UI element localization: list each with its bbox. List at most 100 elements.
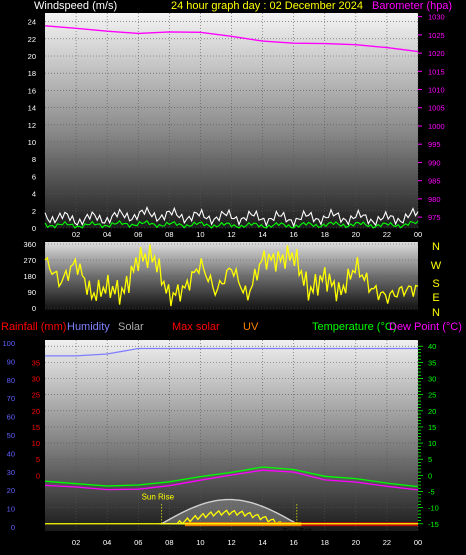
temperature-y-tick-label: -15	[428, 520, 439, 529]
temp-x-tick-label: 22	[383, 538, 391, 547]
barometer-y-tick-label: 980	[428, 195, 441, 204]
humidity-y-tick-label: 60	[7, 413, 15, 422]
direction-y-tick-label: 0	[32, 304, 36, 313]
wind-direction-panel: 090180270360 NWSEN	[23, 240, 441, 319]
temperature-y-tick-label: 30	[428, 375, 436, 384]
direction-y-tick-label: 180	[23, 272, 36, 281]
max-solar-label: Max solar	[172, 321, 220, 333]
humidity-y-tick-label: 80	[7, 376, 15, 385]
barometer-y-tick-label: 1020	[428, 49, 445, 58]
wind-x-tick-label: 18	[321, 230, 329, 239]
temperature-y-tick-label: 25	[428, 391, 436, 400]
temperature-y-tick-label: 5	[428, 455, 432, 464]
barometer-y-tick-label: 1015	[428, 67, 445, 76]
barometer-y-tick-label: 1025	[428, 31, 445, 40]
wind-y-tick-label: 4	[32, 190, 36, 199]
wind-x-tick-label: 16	[289, 230, 297, 239]
wind-y-tick-label: 16	[28, 86, 36, 95]
wind-x-tick-label: 10	[196, 230, 204, 239]
barometer-y-tick-label: 985	[428, 177, 441, 186]
wind-x-tick-label: 12	[227, 230, 235, 239]
windspeed-label: Windspeed (m/s)	[34, 0, 117, 12]
rainfall-y-tick-label: 20	[32, 407, 40, 416]
wind-x-tick-label: 02	[72, 230, 80, 239]
rainfall-label: Rainfall (mm)	[1, 321, 66, 333]
wind-y-tick-label: 22	[28, 35, 36, 44]
wind-y-tick-label: 6	[32, 172, 36, 181]
graph-title: 24 hour graph day : 02 December 2024	[171, 0, 363, 12]
humidity-y-tick-label: 30	[7, 468, 15, 477]
rainfall-y-tick-label: 0	[36, 471, 40, 480]
temperature-y-tick-label: 15	[428, 423, 436, 432]
temp-x-tick-label: 16	[289, 538, 297, 547]
wind-x-tick-label: 00	[414, 230, 422, 239]
wind-x-tick-label: 22	[383, 230, 391, 239]
temperature-y-tick-label: -5	[428, 487, 435, 496]
rainfall-y-tick-label: 5	[36, 455, 40, 464]
wind-y-tick-label: 24	[28, 18, 36, 27]
temp-x-tick-label: 04	[103, 538, 111, 547]
compass-label: E	[432, 292, 439, 304]
barometer-y-tick-label: 975	[428, 213, 441, 222]
wind-y-tick-label: 14	[28, 104, 36, 113]
humidity-y-tick-label: 50	[7, 431, 15, 440]
humidity-y-tick-label: 100	[2, 339, 15, 348]
wind-y-tick-label: 20	[28, 52, 36, 61]
temp-x-tick-label: 06	[134, 538, 142, 547]
wind-y-tick-label: 8	[32, 155, 36, 164]
compass-label: S	[432, 278, 439, 290]
wind-y-tick-label: 10	[28, 138, 36, 147]
barometer-y-tick-label: 1010	[428, 86, 445, 95]
barometer-y-tick-label: 1030	[428, 13, 445, 22]
humidity-y-tick-label: 10	[7, 505, 15, 514]
direction-y-tick-label: 90	[28, 288, 36, 297]
barometer-y-tick-label: 990	[428, 158, 441, 167]
temperature-y-tick-label: 0	[428, 471, 432, 480]
barometer-y-tick-label: 1005	[428, 104, 445, 113]
temp-x-tick-label: 20	[352, 538, 360, 547]
temp-x-tick-label: 02	[72, 538, 80, 547]
wind-x-tick-label: 14	[258, 230, 266, 239]
wind-x-tick-label: 06	[134, 230, 142, 239]
weather-graph-image: Windspeed (m/s) 24 hour graph day : 02 D…	[1, 0, 462, 547]
humidity-y-tick-label: 90	[7, 357, 15, 366]
sunrise-label: Sun Rise	[142, 493, 175, 502]
wind-x-tick-label: 08	[165, 230, 173, 239]
temperature-y-tick-label: 35	[428, 358, 436, 367]
rainfall-y-tick-label: 15	[32, 423, 40, 432]
humidity-y-tick-label: 20	[7, 486, 15, 495]
wind-barometer-panel: 024681012141618202224 975980985990995100…	[28, 13, 445, 239]
direction-y-tick-label: 360	[23, 240, 36, 249]
temp-humidity-solar-panel: 010203040506070809010005101520253035 -15…	[2, 339, 438, 547]
temp-x-tick-label: 00	[414, 538, 422, 547]
barometer-y-tick-label: 995	[428, 140, 441, 149]
temp-x-tick-label: 12	[227, 538, 235, 547]
humidity-y-tick-label: 70	[7, 394, 15, 403]
humidity-y-tick-label: 0	[11, 523, 15, 532]
wind-y-tick-label: 12	[28, 121, 36, 130]
dew-point-label: Dew Point (°C)	[389, 321, 462, 333]
temperature-y-tick-label: 20	[428, 407, 436, 416]
wind-y-tick-label: 0	[32, 224, 36, 233]
humidity-label: Humidity	[67, 321, 110, 333]
compass-label: N	[432, 307, 440, 319]
temp-x-tick-label: 18	[321, 538, 329, 547]
solar-label: Solar	[118, 321, 144, 333]
sunset-label: Sun Set	[283, 527, 312, 536]
barometer-y-tick-label: 1000	[428, 122, 445, 131]
wind-x-tick-label: 04	[103, 230, 111, 239]
wind-y-tick-label: 18	[28, 69, 36, 78]
rainfall-y-tick-label: 10	[32, 439, 40, 448]
barometer-label: Barometer (hpa)	[372, 0, 452, 12]
rainfall-y-tick-label: 35	[32, 358, 40, 367]
temp-x-tick-label: 10	[196, 538, 204, 547]
temperature-label: Temperature (°C)	[312, 321, 396, 333]
temperature-y-tick-label: 40	[428, 342, 436, 351]
rainfall-y-tick-label: 30	[32, 375, 40, 384]
wind-y-tick-label: 2	[32, 207, 36, 216]
uv-label: UV	[243, 321, 259, 333]
temp-x-tick-label: 14	[258, 538, 266, 547]
temperature-y-tick-label: -10	[428, 504, 439, 513]
wind-x-tick-label: 20	[352, 230, 360, 239]
direction-y-tick-label: 270	[23, 256, 36, 265]
